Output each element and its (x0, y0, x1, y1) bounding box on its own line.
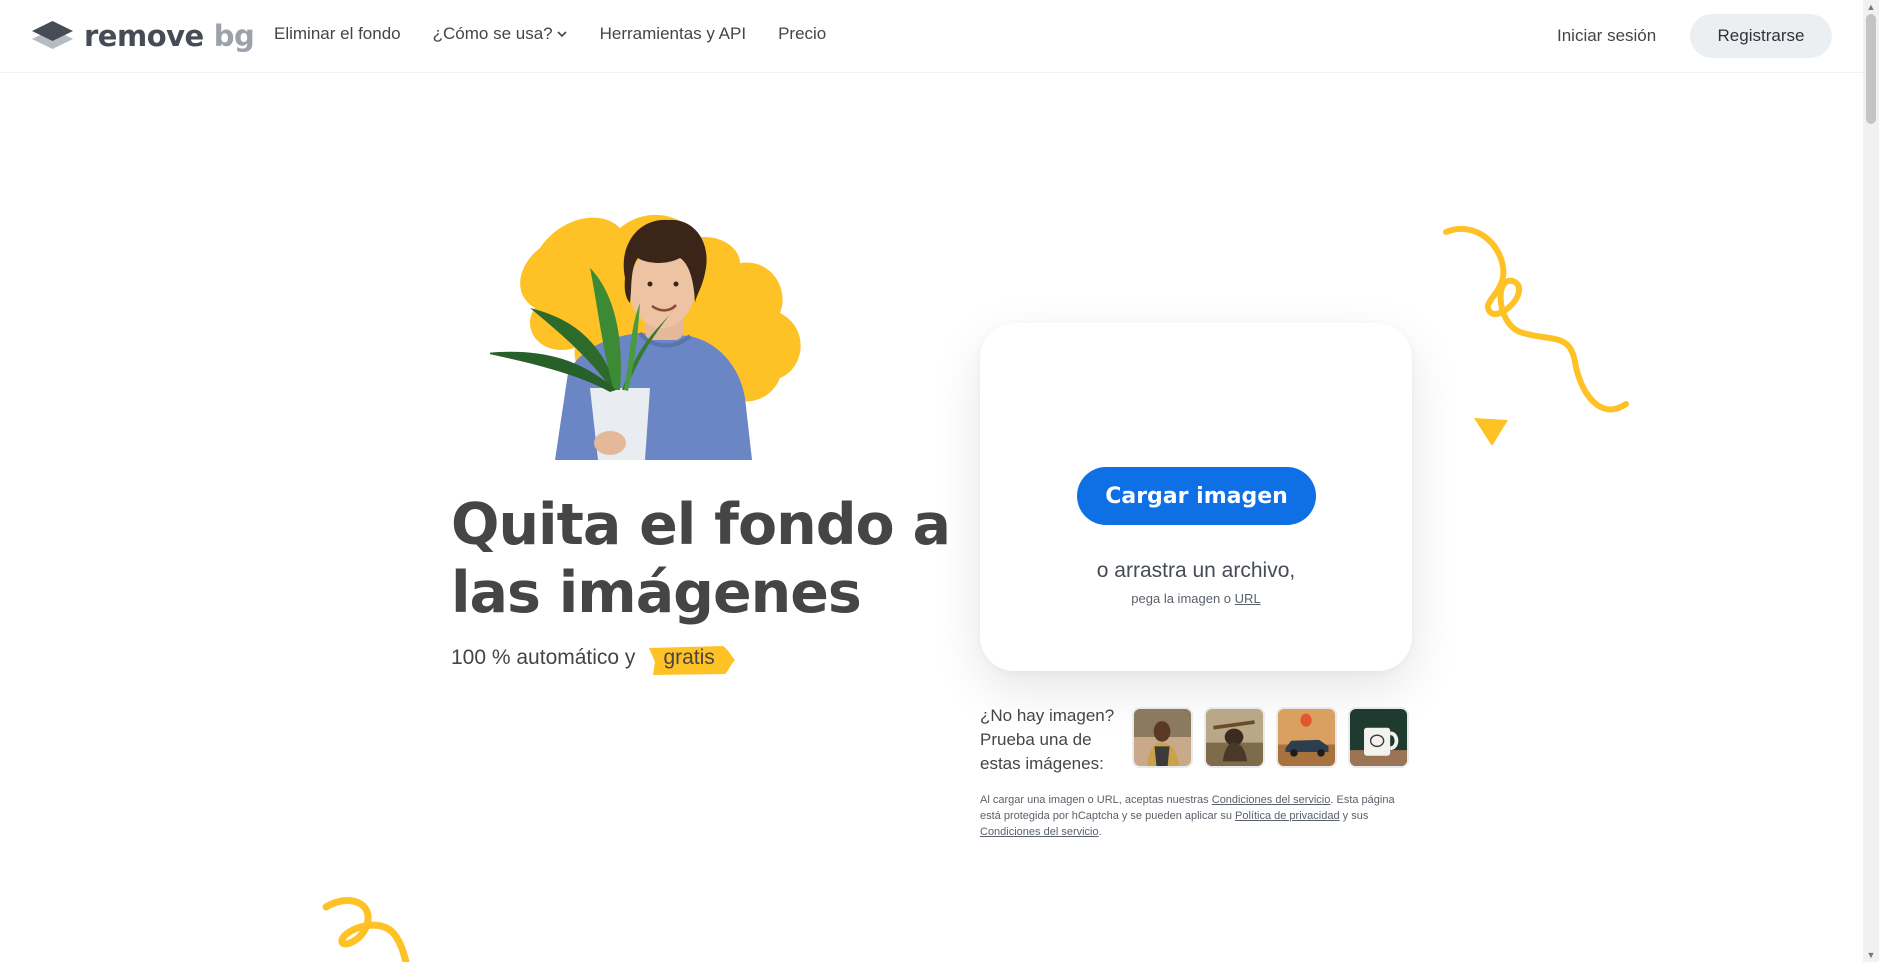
curl-decoration-icon (322, 897, 410, 962)
nav-remove-background[interactable]: Eliminar el fondo (274, 24, 401, 44)
sample-image-dog[interactable] (1204, 707, 1265, 768)
upload-card[interactable]: Cargar imagen o arrastra un archivo, peg… (980, 323, 1412, 671)
paste-hint: pega la imagen o URL (980, 591, 1412, 606)
free-highlight-text: gratis (663, 646, 715, 669)
sample-images (1132, 707, 1420, 768)
main-nav: Eliminar el fondo ¿Cómo se usa? Herramie… (274, 24, 858, 44)
legal-notice: Al cargar una imagen o URL, aceptas nues… (980, 792, 1412, 840)
layers-logo-icon (32, 21, 73, 49)
free-highlight: gratis (649, 644, 736, 675)
register-button[interactable]: Registrarse (1690, 14, 1832, 58)
logo[interactable]: remove bg (30, 17, 255, 55)
nav-tools-api[interactable]: Herramientas y API (600, 24, 746, 44)
triangle-decoration-icon (1474, 418, 1508, 446)
hcaptcha-terms-link[interactable]: Condiciones del servicio (980, 826, 1099, 838)
scrollbar-thumb[interactable] (1866, 14, 1876, 124)
nav-how-to-use[interactable]: ¿Cómo se usa? (433, 24, 568, 44)
squiggle-decoration-icon (1443, 225, 1629, 413)
upload-image-button[interactable]: Cargar imagen (1077, 467, 1316, 525)
top-header: remove bg Eliminar el fondo ¿Cómo se usa?… (0, 0, 1863, 73)
paste-hint-text: pega la imagen o (1131, 591, 1232, 606)
scroll-up-arrow-icon[interactable]: ▲ (1866, 2, 1876, 12)
sample-image-person[interactable] (1132, 707, 1193, 768)
legal-text-1: Al cargar una imagen o URL, aceptas nues… (980, 794, 1209, 806)
chevron-down-icon (557, 31, 567, 38)
mug-sample-icon (1350, 709, 1407, 766)
paste-url-link[interactable]: URL (1235, 591, 1261, 606)
nav-pricing[interactable]: Precio (778, 24, 826, 44)
drop-file-text: o arrastra un archivo, (1096, 559, 1296, 582)
page-scrollbar[interactable]: ▲ ▼ (1863, 0, 1879, 962)
page-title: Quita el fondo a las imágenes (451, 492, 951, 626)
nav-how-to-use-label: ¿Cómo se usa? (432, 24, 553, 43)
hero-illustration (490, 214, 801, 460)
sample-image-mug[interactable] (1348, 707, 1409, 768)
samples-label: ¿No hay imagen? Prueba una de estas imág… (980, 706, 1115, 773)
subtitle-text: 100 % automático y (451, 646, 636, 669)
privacy-policy-link[interactable]: Política de privacidad (1235, 810, 1340, 822)
scroll-down-arrow-icon[interactable]: ▼ (1866, 950, 1876, 960)
car-sample-icon (1278, 709, 1335, 766)
hero-subtitle: 100 % automático y gratis (451, 644, 736, 675)
sample-image-car[interactable] (1276, 707, 1337, 768)
login-link[interactable]: Iniciar sesión (1557, 26, 1656, 46)
legal-text-4: . (1098, 826, 1102, 838)
dog-sample-icon (1206, 709, 1263, 766)
person-sample-icon (1134, 709, 1191, 766)
logo-text-bg: bg (213, 19, 255, 53)
terms-link[interactable]: Condiciones del servicio (1212, 794, 1331, 806)
legal-text-3: y sus (1342, 810, 1369, 822)
logo-text-remove: remove (84, 19, 204, 53)
